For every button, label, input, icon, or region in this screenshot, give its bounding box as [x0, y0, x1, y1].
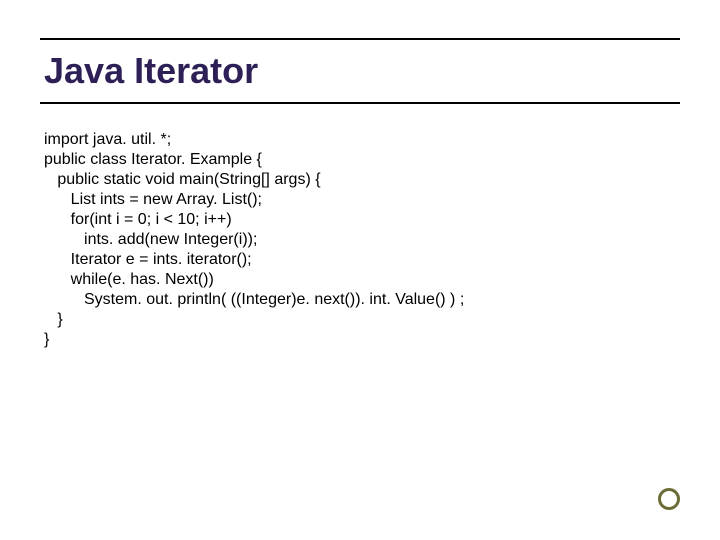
code-line: while(e. has. Next())	[44, 271, 214, 288]
code-line: public class Iterator. Example {	[44, 151, 262, 168]
title-underline	[40, 102, 680, 104]
code-line: }	[44, 331, 49, 348]
code-line: import java. util. *;	[44, 131, 171, 148]
code-line: ints. add(new Integer(i));	[44, 231, 257, 248]
code-line: Iterator e = ints. iterator();	[44, 251, 252, 268]
code-line: public static void main(String[] args) {	[44, 171, 321, 188]
code-block: import java. util. *; public class Itera…	[44, 130, 676, 350]
code-line: System. out. println( ((Integer)e. next(…	[44, 291, 464, 308]
slide-title: Java Iterator	[44, 50, 258, 92]
code-line: List ints = new Array. List();	[44, 191, 262, 208]
bullet-icon	[658, 488, 680, 510]
code-line: }	[44, 311, 63, 328]
top-rule	[40, 38, 680, 40]
code-line: for(int i = 0; i < 10; i++)	[44, 211, 232, 228]
